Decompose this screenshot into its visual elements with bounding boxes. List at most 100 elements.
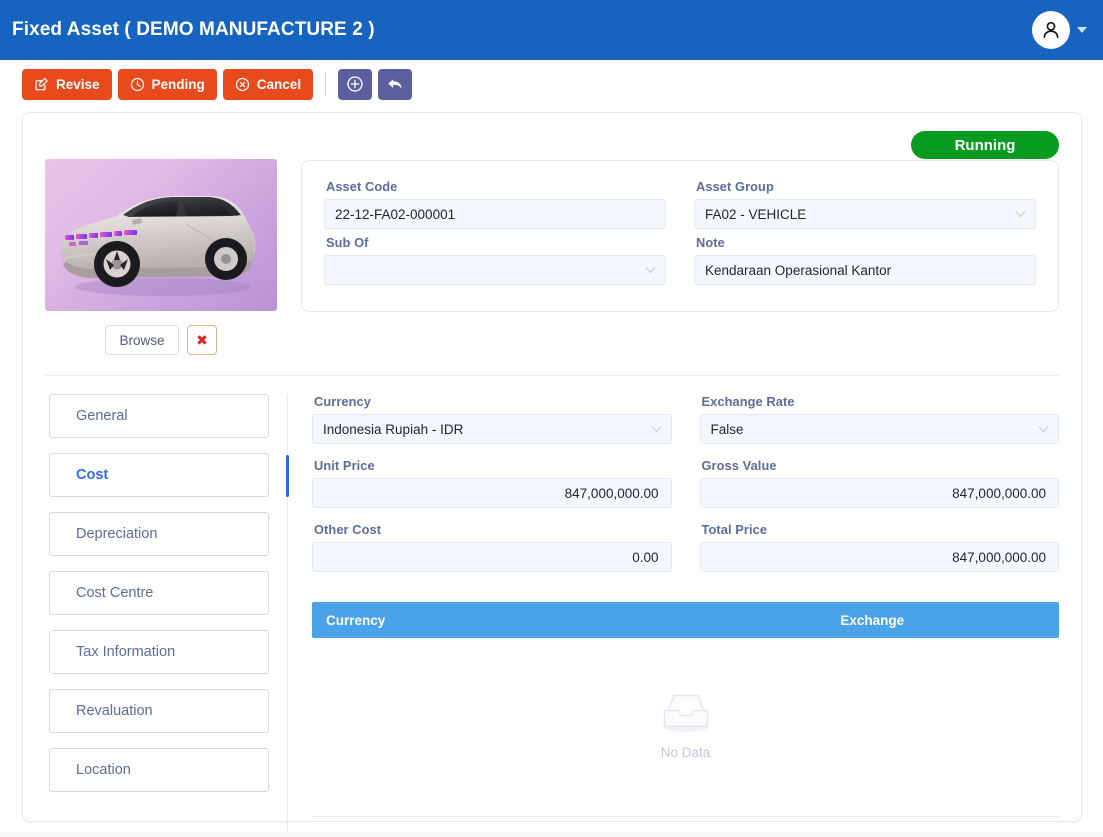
page-title: Fixed Asset ( DEMO MANUFACTURE 2 ) xyxy=(12,19,375,40)
sub-of-select[interactable] xyxy=(324,255,666,285)
inbox-icon xyxy=(662,694,709,731)
add-button[interactable] xyxy=(338,68,373,100)
asset-code-field: Asset Code 22-12-FA02-000001 xyxy=(324,179,666,229)
total-price-field: Total Price 847,000,000.00 xyxy=(699,522,1059,572)
asset-group-select[interactable]: FA02 - VEHICLE xyxy=(694,199,1036,229)
pending-button[interactable]: Pending xyxy=(117,68,217,100)
edit-square-icon xyxy=(35,77,48,90)
other-cost-label: Other Cost xyxy=(314,522,382,537)
tab-revaluation[interactable]: Revaluation xyxy=(49,689,269,733)
tab-tax-information[interactable]: Tax Information xyxy=(49,630,269,674)
tab-cost-centre-label: Cost Centre xyxy=(76,585,154,601)
remove-photo-button[interactable]: ✖ xyxy=(187,325,217,355)
tab-general-label: General xyxy=(76,408,128,424)
back-button[interactable] xyxy=(378,68,413,100)
app-header: Fixed Asset ( DEMO MANUFACTURE 2 ) xyxy=(0,0,1103,60)
chevron-down-icon[interactable] xyxy=(1077,27,1087,33)
vehicle-illustration xyxy=(60,196,257,296)
total-price-input[interactable]: 847,000,000.00 xyxy=(699,542,1059,572)
tab-depreciation[interactable]: Depreciation xyxy=(49,512,269,556)
status-row: Running xyxy=(23,113,1081,159)
back-arrow-icon xyxy=(388,79,402,89)
chevron-down-icon[interactable] xyxy=(1038,426,1049,433)
circle-x-icon xyxy=(235,77,249,91)
asset-code-input[interactable]: 22-12-FA02-000001 xyxy=(324,199,666,229)
table-footer-divider xyxy=(312,816,1059,817)
currency-label: Currency xyxy=(314,394,371,409)
asset-detail-card: Running Browse ✖ Asset Code 22-12-FA02-0… xyxy=(22,112,1082,836)
exchange-rate-value: False xyxy=(710,421,744,437)
tab-list: General Cost Depreciation Cost Centre Ta… xyxy=(23,394,289,836)
other-cost-value: 0.00 xyxy=(632,549,659,565)
tab-cost-label: Cost xyxy=(76,467,109,483)
unit-price-input[interactable]: 847,000,000.00 xyxy=(312,478,672,508)
currency-select[interactable]: Indonesia Rupiah - IDR xyxy=(312,414,672,444)
tab-general[interactable]: General xyxy=(49,394,269,438)
tab-cost-centre[interactable]: Cost Centre xyxy=(49,571,269,615)
chevron-down-icon[interactable] xyxy=(1015,211,1026,218)
revise-button-label: Revise xyxy=(56,76,100,92)
unit-price-value: 847,000,000.00 xyxy=(564,485,659,501)
exchange-rate-label: Exchange Rate xyxy=(701,394,795,409)
user-menu[interactable] xyxy=(1032,11,1087,49)
sub-of-field: Sub Of xyxy=(324,235,666,285)
note-value: Kendaraan Operasional Kantor xyxy=(705,262,892,278)
action-toolbar: Revise Pending Cancel xyxy=(0,60,1103,108)
exchange-table-header: Currency Exchange xyxy=(312,602,1059,638)
gross-value-value: 847,000,000.00 xyxy=(952,485,1046,501)
asset-summary-section: Browse ✖ Asset Code 22-12-FA02-000001 As… xyxy=(23,159,1081,355)
column-header-exchange[interactable]: Exchange xyxy=(686,613,1060,628)
asset-code-label: Asset Code xyxy=(326,179,398,194)
sub-of-label: Sub Of xyxy=(326,235,369,250)
tab-depreciation-label: Depreciation xyxy=(76,526,158,542)
revise-button[interactable]: Revise xyxy=(22,68,112,100)
note-field: Note Kendaraan Operasional Kantor xyxy=(694,235,1036,285)
cancel-button[interactable]: Cancel xyxy=(222,68,314,100)
circle-plus-icon xyxy=(347,76,363,92)
detail-section: General Cost Depreciation Cost Centre Ta… xyxy=(23,376,1081,836)
exchange-rate-field: Exchange Rate False xyxy=(699,394,1059,444)
gross-value-field: Gross Value 847,000,000.00 xyxy=(699,458,1059,508)
other-cost-input[interactable]: 0.00 xyxy=(312,542,672,572)
tab-tax-information-label: Tax Information xyxy=(76,644,176,660)
gross-value-input[interactable]: 847,000,000.00 xyxy=(699,478,1059,508)
clock-icon xyxy=(130,77,144,91)
unit-price-label: Unit Price xyxy=(314,458,375,473)
toolbar-divider xyxy=(325,71,327,97)
status-badge[interactable]: Running xyxy=(911,131,1059,159)
avatar[interactable] xyxy=(1032,11,1070,49)
pending-button-label: Pending xyxy=(151,76,205,92)
tab-cost[interactable]: Cost xyxy=(49,453,269,497)
tab-location-label: Location xyxy=(76,762,131,778)
exchange-table-empty-state: No Data xyxy=(312,638,1059,810)
active-tab-indicator xyxy=(286,455,289,497)
currency-field: Currency Indonesia Rupiah - IDR xyxy=(312,394,672,444)
asset-photo-panel: Browse ✖ xyxy=(45,159,277,355)
other-cost-field: Other Cost 0.00 xyxy=(312,522,672,572)
note-label: Note xyxy=(696,235,725,250)
total-price-label: Total Price xyxy=(701,522,768,537)
photo-actions: Browse ✖ xyxy=(45,325,277,355)
tab-location[interactable]: Location xyxy=(49,748,269,792)
column-header-currency[interactable]: Currency xyxy=(312,613,686,628)
unit-price-field: Unit Price 847,000,000.00 xyxy=(312,458,672,508)
browse-button[interactable]: Browse xyxy=(105,325,179,355)
cost-panel: Currency Indonesia Rupiah - IDR Exchange… xyxy=(288,394,1081,836)
page-footer xyxy=(0,832,1103,837)
asset-info-panel: Asset Code 22-12-FA02-000001 Asset Group… xyxy=(301,160,1059,312)
no-data-label: No Data xyxy=(660,744,711,760)
total-price-value: 847,000,000.00 xyxy=(952,549,1046,565)
asset-code-value: 22-12-FA02-000001 xyxy=(335,206,456,222)
note-input[interactable]: Kendaraan Operasional Kantor xyxy=(694,255,1036,285)
tab-revaluation-label: Revaluation xyxy=(76,703,153,719)
vehicle-photo xyxy=(45,159,277,311)
asset-group-label: Asset Group xyxy=(696,179,774,194)
exchange-rate-select[interactable]: False xyxy=(699,414,1059,444)
app-root: Fixed Asset ( DEMO MANUFACTURE 2 ) Revis… xyxy=(0,0,1103,837)
chevron-down-icon[interactable] xyxy=(651,426,662,433)
currency-value: Indonesia Rupiah - IDR xyxy=(323,421,464,437)
gross-value-label: Gross Value xyxy=(701,458,777,473)
cancel-button-label: Cancel xyxy=(256,76,302,92)
chevron-down-icon[interactable] xyxy=(645,267,656,274)
user-icon xyxy=(1043,21,1059,39)
